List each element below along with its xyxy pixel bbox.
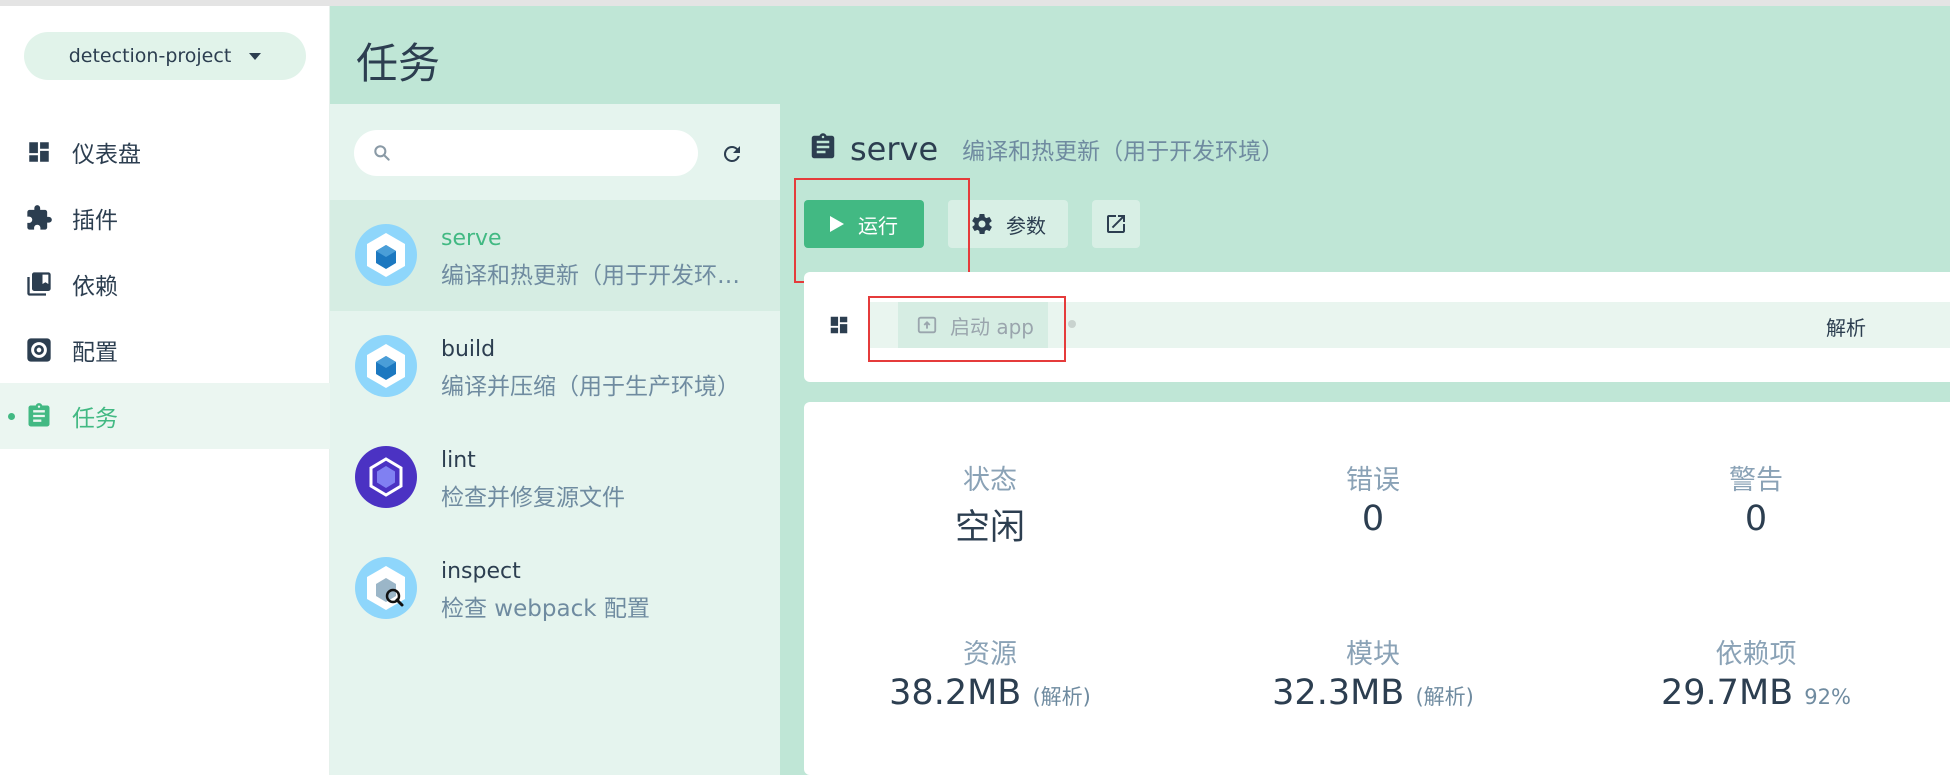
stats-card: 状态 空闲 错误 0 警告 0 资源 38.2MB (解析) 模块 32.3MB… (804, 402, 1950, 775)
search-input[interactable] (402, 136, 682, 170)
stat-value: 空闲 (954, 508, 1025, 548)
nav-item-dashboard[interactable]: 仪表盘 (0, 119, 330, 185)
stat-value: 32.3MB (1272, 673, 1405, 713)
task-name: build (441, 337, 496, 362)
stat-value: 38.2MB (889, 673, 1022, 713)
task-item-build[interactable]: build 编译并压缩（用于生产环境） (330, 311, 780, 422)
open-in-new-icon (1107, 215, 1125, 233)
nav-item-plugins[interactable]: 插件 (0, 185, 330, 251)
stat-value: 0 (1744, 499, 1768, 539)
puzzle-icon (24, 203, 54, 233)
search-icon (372, 143, 392, 167)
chevron-down-icon (249, 52, 262, 60)
task-item-inspect[interactable]: inspect 检查 webpack 配置 (330, 533, 780, 644)
stat-warnings: 警告 0 (1606, 458, 1906, 539)
nav-label: 依赖 (72, 274, 118, 300)
gear-icon (24, 335, 54, 365)
page-header: 任务 (330, 6, 1950, 104)
nav-item-dependencies[interactable]: 依赖 (0, 251, 330, 317)
task-name: serve (441, 226, 502, 251)
nav-item-config[interactable]: 配置 (0, 317, 330, 383)
task-description: 编译和热更新（用于开发环境） (962, 139, 1285, 165)
stat-status: 状态 空闲 (840, 458, 1140, 550)
stat-label: 状态 (963, 465, 1017, 496)
dashboard-icon[interactable] (828, 314, 850, 340)
nav-label: 仪表盘 (72, 142, 141, 168)
search-box (354, 130, 698, 176)
task-desc: 检查 webpack 配置 (441, 596, 650, 622)
sidebar: detection-project 仪表盘 插件 依赖 配置 任务 (0, 6, 330, 775)
stat-label: 警告 (1729, 465, 1783, 496)
stat-label: 资源 (963, 639, 1017, 670)
webpack-cube-icon (354, 334, 418, 398)
task-list-panel: serve 编译和热更新（用于开发环境） build 编译并压缩（用于生产环境）… (330, 104, 780, 775)
highlight-box-launch (868, 296, 1066, 362)
nav: 仪表盘 插件 依赖 配置 任务 (0, 119, 330, 449)
clipboard-icon (24, 401, 54, 431)
task-detail-panel: serve 编译和热更新（用于开发环境） 运行 参数 启动 app 解析 状态 … (780, 104, 1950, 775)
stat-modules: 模块 32.3MB (解析) (1223, 632, 1523, 713)
stat-sub: (解析) (1032, 685, 1091, 709)
project-name: detection-project (68, 45, 232, 67)
clipboard-icon (808, 132, 838, 166)
active-indicator (8, 413, 15, 420)
library-icon (24, 269, 54, 299)
stat-value-wrap: 32.3MB (解析) (1223, 673, 1523, 713)
open-external-button[interactable] (1092, 200, 1140, 248)
stat-value: 0 (1361, 499, 1385, 539)
stat-dependencies: 依赖项 29.7MB 92% (1606, 632, 1906, 713)
task-item-serve[interactable]: serve 编译和热更新（用于开发环境） (330, 200, 780, 311)
params-label: 参数 (1006, 213, 1046, 238)
stat-errors: 错误 0 (1223, 458, 1523, 539)
stat-label: 依赖项 (1715, 639, 1797, 670)
stat-label: 模块 (1346, 639, 1400, 670)
eslint-icon (354, 445, 418, 509)
task-desc: 编译并压缩（用于生产环境） (441, 374, 740, 400)
refresh-icon (723, 145, 740, 162)
task-item-lint[interactable]: lint 检查并修复源文件 (330, 422, 780, 533)
tab-status-dot (1068, 320, 1076, 328)
stat-label: 错误 (1346, 465, 1400, 496)
stat-value-wrap: 38.2MB (解析) (840, 673, 1140, 713)
stat-assets: 资源 38.2MB (解析) (840, 632, 1140, 713)
task-desc: 检查并修复源文件 (441, 485, 625, 511)
task-name: lint (441, 448, 476, 473)
page-title: 任务 (356, 39, 441, 88)
analyze-tab[interactable]: 解析 (1826, 312, 1866, 341)
webpack-inspect-icon (354, 556, 418, 620)
gear-icon (972, 214, 992, 234)
dashboard-icon (24, 137, 54, 167)
task-heading: serve 编译和热更新（用于开发环境） (808, 130, 1284, 168)
task-title: serve (850, 130, 939, 168)
stat-value-wrap: 29.7MB 92% (1606, 673, 1906, 713)
project-selector[interactable]: detection-project (24, 32, 306, 80)
nav-item-tasks[interactable]: 任务 (0, 383, 330, 449)
task-desc: 编译和热更新（用于开发环境） (441, 263, 761, 289)
nav-label: 任务 (72, 406, 118, 432)
refresh-button[interactable] (716, 138, 748, 170)
webpack-cube-icon (354, 223, 418, 287)
stat-value: 29.7MB (1661, 673, 1794, 713)
stat-sub: 92% (1804, 685, 1851, 709)
highlight-box-run (794, 178, 970, 283)
nav-label: 配置 (72, 340, 118, 366)
task-name: inspect (441, 559, 521, 584)
stat-sub: (解析) (1415, 685, 1474, 709)
nav-label: 插件 (72, 208, 118, 234)
